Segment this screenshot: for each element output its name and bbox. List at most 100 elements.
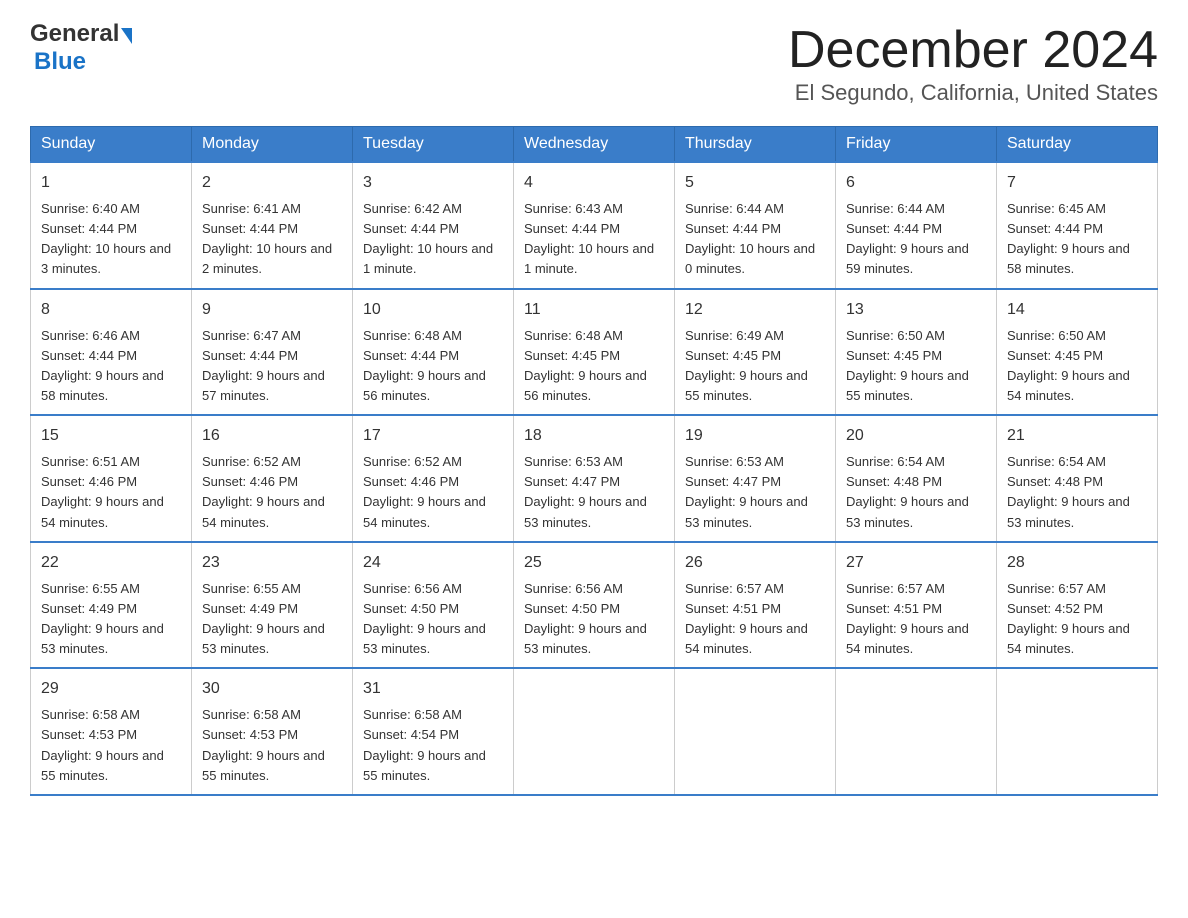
day-detail: Sunrise: 6:48 AMSunset: 4:45 PMDaylight:… [524, 326, 664, 407]
day-detail: Sunrise: 6:52 AMSunset: 4:46 PMDaylight:… [363, 452, 503, 533]
page-title: December 2024 [788, 20, 1158, 80]
calendar-day-cell: 21 Sunrise: 6:54 AMSunset: 4:48 PMDayligh… [997, 415, 1158, 542]
day-number: 31 [363, 677, 503, 701]
calendar-day-cell: 23 Sunrise: 6:55 AMSunset: 4:49 PMDayligh… [192, 542, 353, 669]
day-detail: Sunrise: 6:58 AMSunset: 4:53 PMDaylight:… [202, 705, 342, 786]
day-number: 3 [363, 171, 503, 195]
logo-blue: Blue [34, 48, 86, 76]
calendar-empty-cell [997, 668, 1158, 795]
day-detail: Sunrise: 6:55 AMSunset: 4:49 PMDaylight:… [41, 579, 181, 660]
calendar-empty-cell [514, 668, 675, 795]
calendar-day-cell: 27Sunrise: 6:57 AMSunset: 4:51 PMDayligh… [836, 542, 997, 669]
calendar-day-cell: 18 Sunrise: 6:53 AMSunset: 4:47 PMDayligh… [514, 415, 675, 542]
calendar-day-header: Wednesday [514, 127, 675, 163]
day-number: 27 [846, 551, 986, 575]
day-number: 8 [41, 298, 181, 322]
day-number: 13 [846, 298, 986, 322]
day-detail: Sunrise: 6:53 AMSunset: 4:47 PMDaylight:… [524, 452, 664, 533]
calendar-day-cell: 4 Sunrise: 6:43 AMSunset: 4:44 PMDaylight… [514, 162, 675, 289]
calendar-day-cell: 17 Sunrise: 6:52 AMSunset: 4:46 PMDayligh… [353, 415, 514, 542]
day-detail: Sunrise: 6:50 AMSunset: 4:45 PMDaylight:… [1007, 326, 1147, 407]
calendar-empty-cell [836, 668, 997, 795]
day-detail: Sunrise: 6:50 AMSunset: 4:45 PMDaylight:… [846, 326, 986, 407]
day-detail: Sunrise: 6:41 AMSunset: 4:44 PMDaylight:… [202, 199, 342, 280]
calendar-day-header: Saturday [997, 127, 1158, 163]
calendar-day-header: Thursday [675, 127, 836, 163]
calendar-empty-cell [675, 668, 836, 795]
calendar-table: SundayMondayTuesdayWednesdayThursdayFrid… [30, 126, 1158, 796]
day-detail: Sunrise: 6:53 AMSunset: 4:47 PMDaylight:… [685, 452, 825, 533]
day-number: 29 [41, 677, 181, 701]
day-detail: Sunrise: 6:57 AMSunset: 4:52 PMDaylight:… [1007, 579, 1147, 660]
day-number: 18 [524, 424, 664, 448]
day-detail: Sunrise: 6:49 AMSunset: 4:45 PMDaylight:… [685, 326, 825, 407]
calendar-day-header: Tuesday [353, 127, 514, 163]
day-detail: Sunrise: 6:56 AMSunset: 4:50 PMDaylight:… [524, 579, 664, 660]
day-detail: Sunrise: 6:58 AMSunset: 4:54 PMDaylight:… [363, 705, 503, 786]
day-detail: Sunrise: 6:43 AMSunset: 4:44 PMDaylight:… [524, 199, 664, 280]
title-block: December 2024 El Segundo, California, Un… [788, 20, 1158, 106]
day-detail: Sunrise: 6:44 AMSunset: 4:44 PMDaylight:… [685, 199, 825, 280]
calendar-day-cell: 16 Sunrise: 6:52 AMSunset: 4:46 PMDayligh… [192, 415, 353, 542]
day-detail: Sunrise: 6:42 AMSunset: 4:44 PMDaylight:… [363, 199, 503, 280]
day-detail: Sunrise: 6:46 AMSunset: 4:44 PMDaylight:… [41, 326, 181, 407]
day-number: 10 [363, 298, 503, 322]
day-number: 30 [202, 677, 342, 701]
calendar-week-row: 29 Sunrise: 6:58 AMSunset: 4:53 PMDayligh… [31, 668, 1158, 795]
calendar-day-cell: 19 Sunrise: 6:53 AMSunset: 4:47 PMDayligh… [675, 415, 836, 542]
day-detail: Sunrise: 6:47 AMSunset: 4:44 PMDaylight:… [202, 326, 342, 407]
day-number: 25 [524, 551, 664, 575]
calendar-day-header: Sunday [31, 127, 192, 163]
logo-general: General [30, 20, 119, 48]
day-detail: Sunrise: 6:54 AMSunset: 4:48 PMDaylight:… [846, 452, 986, 533]
calendar-day-cell: 12 Sunrise: 6:49 AMSunset: 4:45 PMDayligh… [675, 289, 836, 416]
day-number: 26 [685, 551, 825, 575]
calendar-week-row: 15 Sunrise: 6:51 AMSunset: 4:46 PMDayligh… [31, 415, 1158, 542]
day-number: 17 [363, 424, 503, 448]
calendar-header-row: SundayMondayTuesdayWednesdayThursdayFrid… [31, 127, 1158, 163]
calendar-day-cell: 13 Sunrise: 6:50 AMSunset: 4:45 PMDayligh… [836, 289, 997, 416]
calendar-day-cell: 14Sunrise: 6:50 AMSunset: 4:45 PMDayligh… [997, 289, 1158, 416]
calendar-day-cell: 30 Sunrise: 6:58 AMSunset: 4:53 PMDayligh… [192, 668, 353, 795]
calendar-day-cell: 15 Sunrise: 6:51 AMSunset: 4:46 PMDayligh… [31, 415, 192, 542]
day-number: 9 [202, 298, 342, 322]
day-detail: Sunrise: 6:40 AMSunset: 4:44 PMDaylight:… [41, 199, 181, 280]
calendar-day-cell: 8 Sunrise: 6:46 AMSunset: 4:44 PMDaylight… [31, 289, 192, 416]
day-number: 15 [41, 424, 181, 448]
day-detail: Sunrise: 6:45 AMSunset: 4:44 PMDaylight:… [1007, 199, 1147, 280]
day-detail: Sunrise: 6:54 AMSunset: 4:48 PMDaylight:… [1007, 452, 1147, 533]
day-number: 16 [202, 424, 342, 448]
calendar-day-cell: 22 Sunrise: 6:55 AMSunset: 4:49 PMDayligh… [31, 542, 192, 669]
calendar-day-cell: 2 Sunrise: 6:41 AMSunset: 4:44 PMDaylight… [192, 162, 353, 289]
day-number: 1 [41, 171, 181, 195]
day-number: 22 [41, 551, 181, 575]
day-detail: Sunrise: 6:52 AMSunset: 4:46 PMDaylight:… [202, 452, 342, 533]
calendar-day-cell: 31 Sunrise: 6:58 AMSunset: 4:54 PMDayligh… [353, 668, 514, 795]
day-detail: Sunrise: 6:44 AMSunset: 4:44 PMDaylight:… [846, 199, 986, 280]
day-detail: Sunrise: 6:55 AMSunset: 4:49 PMDaylight:… [202, 579, 342, 660]
calendar-day-cell: 29 Sunrise: 6:58 AMSunset: 4:53 PMDayligh… [31, 668, 192, 795]
calendar-day-cell: 20Sunrise: 6:54 AMSunset: 4:48 PMDayligh… [836, 415, 997, 542]
page-subtitle: El Segundo, California, United States [788, 80, 1158, 106]
calendar-day-cell: 28 Sunrise: 6:57 AMSunset: 4:52 PMDayligh… [997, 542, 1158, 669]
calendar-day-cell: 24Sunrise: 6:56 AMSunset: 4:50 PMDayligh… [353, 542, 514, 669]
day-number: 19 [685, 424, 825, 448]
day-detail: Sunrise: 6:51 AMSunset: 4:46 PMDaylight:… [41, 452, 181, 533]
day-detail: Sunrise: 6:58 AMSunset: 4:53 PMDaylight:… [41, 705, 181, 786]
calendar-week-row: 22 Sunrise: 6:55 AMSunset: 4:49 PMDayligh… [31, 542, 1158, 669]
calendar-day-cell: 6Sunrise: 6:44 AMSunset: 4:44 PMDaylight… [836, 162, 997, 289]
calendar-day-cell: 10Sunrise: 6:48 AMSunset: 4:44 PMDayligh… [353, 289, 514, 416]
calendar-day-header: Monday [192, 127, 353, 163]
day-detail: Sunrise: 6:56 AMSunset: 4:50 PMDaylight:… [363, 579, 503, 660]
day-number: 5 [685, 171, 825, 195]
day-number: 12 [685, 298, 825, 322]
day-number: 4 [524, 171, 664, 195]
day-number: 28 [1007, 551, 1147, 575]
day-number: 2 [202, 171, 342, 195]
calendar-day-cell: 5 Sunrise: 6:44 AMSunset: 4:44 PMDaylight… [675, 162, 836, 289]
calendar-day-cell: 9 Sunrise: 6:47 AMSunset: 4:44 PMDaylight… [192, 289, 353, 416]
day-number: 23 [202, 551, 342, 575]
calendar-week-row: 8 Sunrise: 6:46 AMSunset: 4:44 PMDaylight… [31, 289, 1158, 416]
calendar-day-cell: 11Sunrise: 6:48 AMSunset: 4:45 PMDayligh… [514, 289, 675, 416]
day-number: 21 [1007, 424, 1147, 448]
